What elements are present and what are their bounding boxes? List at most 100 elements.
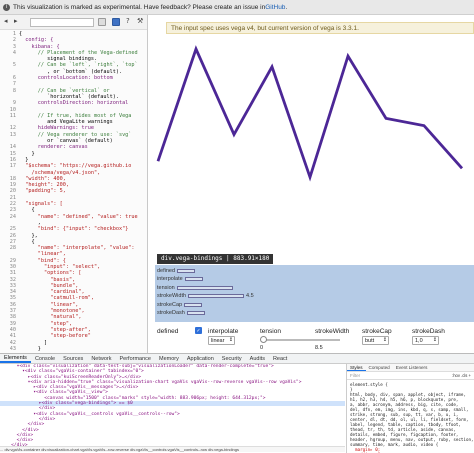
banner-text: This visualization is marked as experime… — [13, 4, 265, 11]
strokecap-value: butt — [365, 338, 374, 344]
info-icon: i — [3, 4, 10, 11]
code-text: // Can be `left`, `right`, `top` — [19, 62, 138, 68]
code-text: // Placement of the Vega-defined — [19, 50, 138, 56]
code-text: "$schema": "https://vega.github.io — [19, 163, 131, 169]
styles-filter[interactable]: Filter :hov .cls + — [347, 372, 474, 380]
update-button[interactable] — [112, 18, 120, 26]
highlight-row: interpolate — [157, 276, 203, 283]
strokedash-label: strokeDash — [412, 328, 445, 335]
highlight-row-control — [185, 277, 203, 281]
editor-toolbar-input[interactable] — [30, 18, 94, 27]
experimental-banner: i This visualization is marked as experi… — [0, 0, 474, 15]
chevron-down-icon: ↕ — [383, 337, 387, 343]
code-text: /schema/vega/v4.json", — [19, 170, 100, 176]
code-text: , — [19, 220, 41, 226]
devtools-tab-memory[interactable]: Memory — [155, 356, 183, 362]
code-text: and VegaLite warnings — [19, 119, 113, 125]
defined-checkbox[interactable]: ✓ — [195, 327, 202, 334]
styles-tab-styles[interactable]: Styles — [347, 365, 366, 371]
spec-editor[interactable]: ◂ ▸ ? ⚒ 1{2 config: {3 kibana: {4 // Pla… — [0, 15, 148, 353]
devtools-tab-elements[interactable]: Elements — [0, 355, 31, 363]
expand-icon[interactable]: ▸ — [14, 17, 18, 25]
elements-tree[interactable]: ▾<div class="visualization" data-test-su… — [0, 364, 345, 453]
code-text: }, — [19, 233, 38, 239]
toolbar-dropdown-button[interactable] — [98, 18, 106, 26]
code-text: "step", — [19, 321, 72, 327]
code-text: } — [19, 157, 28, 163]
highlight-row: tension — [157, 284, 233, 291]
interpolate-value: linear — [211, 338, 224, 344]
tension-slider[interactable] — [262, 339, 340, 341]
tension-slider-thumb[interactable] — [260, 336, 267, 343]
styles-tab-event-listeners[interactable]: Event Listeners — [393, 365, 431, 370]
tension-label: tension — [260, 328, 281, 335]
collapse-icon[interactable]: ◂ — [4, 17, 8, 25]
code-text: controlsDirection: horizontal — [19, 100, 128, 106]
styles-rules[interactable]: element.style {}html, body, div, span, a… — [347, 380, 474, 453]
banner-tail: . — [285, 4, 287, 11]
code-text: "options": [ — [19, 270, 81, 276]
wrench-icon[interactable]: ⚒ — [137, 17, 143, 25]
highlight-row: strokeDash — [157, 310, 205, 317]
devtools-tab-performance[interactable]: Performance — [115, 356, 155, 362]
devtools-tab-application[interactable]: Application — [183, 356, 218, 362]
highlight-row-label: tension — [157, 285, 175, 291]
dom-breadcrumb[interactable]: ... div.vgaVis-container div.visualizati… — [0, 446, 345, 452]
code-text: "bind": { — [19, 258, 66, 264]
code-text: "basis", — [19, 277, 75, 283]
devtools-tab-react[interactable]: React — [269, 356, 291, 362]
code-text: // Can be `vertical` or — [19, 88, 110, 94]
help-icon[interactable]: ? — [126, 17, 130, 25]
code-text: ] — [19, 340, 47, 346]
highlight-row-control — [188, 294, 244, 298]
line-number: 24 — [0, 214, 19, 220]
devtools-tab-security[interactable]: Security — [218, 356, 246, 362]
github-link[interactable]: GitHub — [265, 4, 285, 11]
chevron-down-icon: ↕ — [229, 337, 233, 343]
line-chart — [150, 15, 474, 265]
code-text: "padding": 5, — [19, 188, 66, 194]
devtools-tab-audits[interactable]: Audits — [246, 356, 269, 362]
line-number: 43 — [0, 346, 19, 352]
code-line: 43 } — [0, 346, 147, 352]
element-tooltip: div.vega-bindings | 883.91×180 — [157, 254, 273, 264]
highlight-row-label: defined — [157, 268, 175, 274]
highlight-row-label: strokeCap — [157, 302, 182, 308]
devtools-tab-network[interactable]: Network — [87, 356, 115, 362]
highlight-row-label: strokeDash — [157, 310, 185, 316]
styles-tabs: StylesComputedEvent Listeners — [347, 364, 474, 372]
code-text: "cardinal", — [19, 289, 85, 295]
code-text: // Vega renderer to use: `svg` — [19, 132, 131, 138]
code-text: "step-after", — [19, 327, 91, 333]
vega-bindings: defined ✓ interpolate linear ↕ tension 0… — [150, 323, 474, 353]
styles-tab-computed[interactable]: Computed — [366, 365, 393, 370]
styles-pane: StylesComputedEvent Listeners Filter :ho… — [346, 364, 474, 453]
strokedash-select[interactable]: 1,0 ↕ — [412, 336, 439, 345]
devtools-tabs: ElementsConsoleSourcesNetworkPerformance… — [0, 354, 474, 364]
code-text: "catmull-rom", — [19, 295, 94, 301]
code-text: controlsLocation: bottom — [19, 75, 113, 81]
highlight-row-label: interpolate — [157, 276, 183, 282]
code-text: hideWarnings: true — [19, 125, 94, 131]
highlight-row-control — [184, 303, 202, 307]
code-text: "natural", — [19, 314, 81, 320]
devtools-tab-sources[interactable]: Sources — [59, 356, 87, 362]
code-text: "signals": [ — [19, 201, 63, 207]
devtools-panel: ElementsConsoleSourcesNetworkPerformance… — [0, 353, 474, 452]
code-area[interactable]: 1{2 config: {3 kibana: {4 // Placement o… — [0, 30, 147, 352]
code-text: "width": 400, — [19, 176, 66, 182]
code-text: or `canvas` (default) — [19, 138, 113, 144]
hov-cls-toggle[interactable]: :hov .cls + — [452, 373, 471, 378]
code-text: config: { — [19, 37, 53, 43]
code-text: signal bindings. — [19, 56, 97, 62]
styles-filter-placeholder: Filter — [350, 373, 360, 378]
code-text: // If true, hides most of Vega — [19, 113, 131, 119]
code-text: { — [19, 239, 35, 245]
version-warning: The input spec uses vega v4, but current… — [166, 22, 474, 34]
code-text: "step-before" — [19, 333, 91, 339]
strokecap-select[interactable]: butt ↕ — [362, 336, 389, 345]
interpolate-select[interactable]: linear ↕ — [208, 336, 235, 345]
code-text: , or `bottom` (default). — [19, 69, 122, 75]
line-series — [158, 49, 462, 177]
devtools-tab-console[interactable]: Console — [31, 356, 59, 362]
